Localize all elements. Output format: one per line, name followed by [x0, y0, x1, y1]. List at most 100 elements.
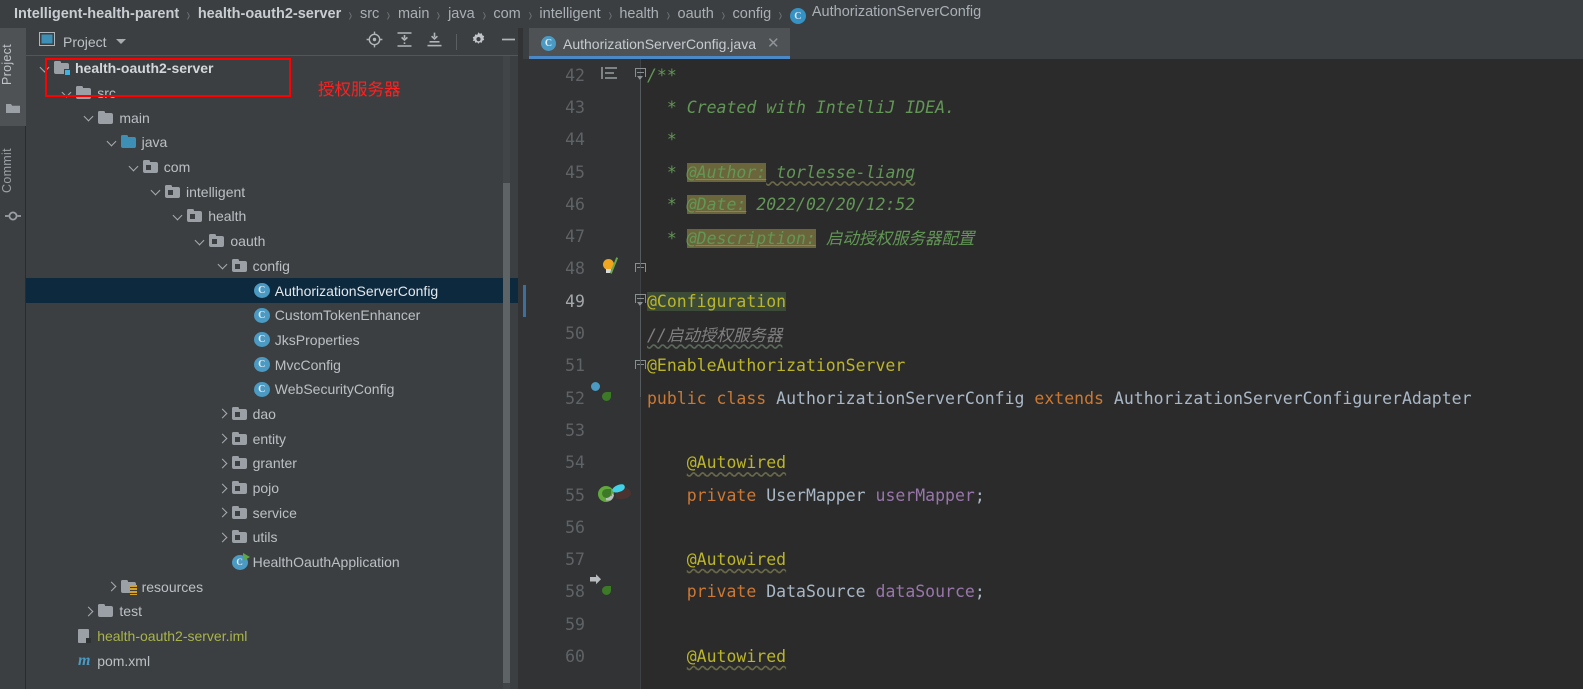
tree-item-src[interactable]: src [26, 81, 523, 106]
chevron-right-icon[interactable] [218, 483, 229, 494]
code-line-60[interactable]: 60 @Autowired [523, 640, 1583, 672]
tree-item-dao[interactable]: dao [26, 402, 523, 427]
chevron-down-icon[interactable] [129, 162, 140, 173]
chevron-right-icon[interactable] [218, 408, 229, 419]
tree-item-config[interactable]: config [26, 254, 523, 279]
spring-autowired-icon[interactable] [590, 574, 616, 601]
code-line-45[interactable]: 45 * @Author: torlesse-liang [523, 156, 1583, 188]
breadcrumb-item-intelligent[interactable]: intelligent [539, 6, 600, 22]
align-icon[interactable] [598, 66, 616, 84]
tool-window-button-project[interactable]: Project [0, 34, 26, 94]
tree-item-test[interactable]: test [26, 599, 523, 624]
select-opened-file-icon[interactable] [366, 31, 383, 53]
chevron-right-icon[interactable] [218, 532, 229, 543]
code-line-55[interactable]: 55 private UserMapper userMapper; [523, 479, 1583, 511]
code-text: * Created with IntelliJ IDEA. [647, 98, 955, 117]
chevron-down-icon[interactable] [107, 137, 118, 148]
breadcrumb-item-java[interactable]: java [448, 6, 475, 22]
tree-item-java[interactable]: java [26, 130, 523, 155]
breadcrumb-item-com[interactable]: com [493, 6, 520, 22]
expand-all-icon[interactable] [396, 31, 413, 53]
tree-item-main[interactable]: main [26, 105, 523, 130]
chevron-right-icon[interactable] [218, 433, 229, 444]
spring-bean-icon[interactable] [590, 380, 616, 407]
tree-item-resources[interactable]: resources [26, 574, 523, 599]
tree-item-healthoauthapplication[interactable]: C HealthOauthApplication [26, 550, 523, 575]
chevron-right-icon[interactable] [84, 606, 95, 617]
chevron-right-icon[interactable] [218, 507, 229, 518]
tree-item-health-oauth2-server[interactable]: health-oauth2-server [26, 56, 523, 81]
breadcrumb-item-intelligent-health-parent[interactable]: Intelligent-health-parent [14, 6, 179, 22]
breadcrumb-item-src[interactable]: src [360, 6, 379, 22]
collapse-all-icon[interactable] [426, 31, 443, 53]
breadcrumb-item-authorizationserverconfig[interactable]: C AuthorizationServerConfig [789, 4, 981, 25]
code-text: /** [647, 66, 677, 85]
tree-item-oauth[interactable]: oauth [26, 229, 523, 254]
project-scrollbar-thumb[interactable] [503, 183, 510, 683]
chevron-down-icon[interactable] [40, 63, 51, 74]
code-line-50[interactable]: 50 //启动授权服务器 [523, 317, 1583, 349]
tree-item-health-oauth2-server-iml[interactable]: health-oauth2-server.iml [26, 624, 523, 649]
code-fold-marker[interactable] [635, 68, 646, 80]
code-line-46[interactable]: 46 * @Date: 2022/02/20/12:52 [523, 188, 1583, 220]
tree-item-authorizationserverconfig[interactable]: C AuthorizationServerConfig [26, 278, 523, 303]
tree-item-granter[interactable]: granter [26, 451, 523, 476]
hide-panel-icon[interactable] [500, 31, 517, 53]
code-line-49[interactable]: 49 @Configuration [523, 285, 1583, 318]
tree-item-mvcconfig[interactable]: C MvcConfig [26, 352, 523, 377]
chevron-down-icon[interactable] [84, 112, 95, 123]
chevron-down-icon[interactable] [62, 88, 73, 99]
code-line-44[interactable]: 44 * [523, 124, 1583, 156]
code-line-58[interactable]: 58 private DataSource dataSource; [523, 574, 1583, 608]
tree-item-com[interactable]: com [26, 155, 523, 180]
tree-item-jksproperties[interactable]: C JksProperties [26, 328, 523, 353]
chevron-right-icon[interactable] [107, 581, 118, 592]
breadcrumb-item-oauth[interactable]: oauth [678, 6, 714, 22]
breadcrumb-item-main[interactable]: main [398, 6, 429, 22]
tree-item-label: oauth [230, 233, 266, 250]
tree-item-websecurityconfig[interactable]: C WebSecurityConfig [26, 377, 523, 402]
code-line-43[interactable]: 43 * Created with IntelliJ IDEA. [523, 91, 1583, 123]
code-line-51[interactable]: 51 @EnableAuthorizationServer [523, 350, 1583, 382]
breadcrumb-item-health-oauth2-server[interactable]: health-oauth2-server [198, 6, 341, 22]
module-folder-icon [54, 60, 71, 77]
editor-tab-authorizationserverconfig[interactable]: C AuthorizationServerConfig.java ✕ [529, 28, 790, 59]
breadcrumb-item-label: com [493, 6, 521, 22]
tool-window-button-commit[interactable]: Commit [0, 138, 26, 204]
tree-item-intelligent[interactable]: intelligent [26, 179, 523, 204]
tree-item-customtokenenhancer[interactable]: C CustomTokenEnhancer [26, 303, 523, 328]
tree-item-pojo[interactable]: pojo [26, 476, 523, 501]
breadcrumb-item-config[interactable]: config [733, 6, 772, 22]
code-line-47[interactable]: 47 * @Description: 启动授权服务器配置 [523, 220, 1583, 252]
tree-item-entity[interactable]: entity [26, 426, 523, 451]
chevron-down-icon[interactable] [195, 236, 206, 247]
tree-item-service[interactable]: service [26, 500, 523, 525]
code-line-52[interactable]: 52 public class AuthorizationServerConfig… [523, 380, 1583, 414]
settings-gear-icon[interactable] [470, 31, 487, 53]
code-line-56[interactable]: 56 [523, 511, 1583, 543]
chevron-down-icon[interactable] [151, 186, 162, 197]
tree-item-health[interactable]: health [26, 204, 523, 229]
chevron-down-icon[interactable] [115, 39, 126, 44]
code-line-53[interactable]: 53 [523, 414, 1583, 446]
code-line-57[interactable]: 57 @Autowired [523, 543, 1583, 575]
chevron-right-icon[interactable] [218, 458, 229, 469]
chevron-down-icon[interactable] [218, 260, 229, 271]
tree-item-utils[interactable]: utils [26, 525, 523, 550]
breadcrumb-item-health[interactable]: health [619, 6, 659, 22]
code-line-42[interactable]: 42 /** [523, 59, 1583, 91]
code-token: DataSource [766, 582, 876, 602]
code-line-59[interactable]: 59 [523, 608, 1583, 640]
breadcrumb-separator: › [528, 3, 532, 25]
chevron-down-icon[interactable] [173, 211, 184, 222]
code-fold-marker[interactable] [635, 294, 646, 307]
spring-autowired-mybatis-icon[interactable] [598, 483, 634, 504]
close-icon[interactable]: ✕ [767, 36, 780, 51]
intention-bulb-icon[interactable] [601, 257, 619, 276]
tree-item-pom-xml[interactable]: m pom.xml [26, 649, 523, 674]
code-lines[interactable]: 42/** 43 * Created with IntelliJ IDEA. 44 … [523, 59, 1583, 689]
code-line-54[interactable]: 54 @Autowired [523, 447, 1583, 479]
code-line-48[interactable]: 48 [523, 253, 1583, 285]
